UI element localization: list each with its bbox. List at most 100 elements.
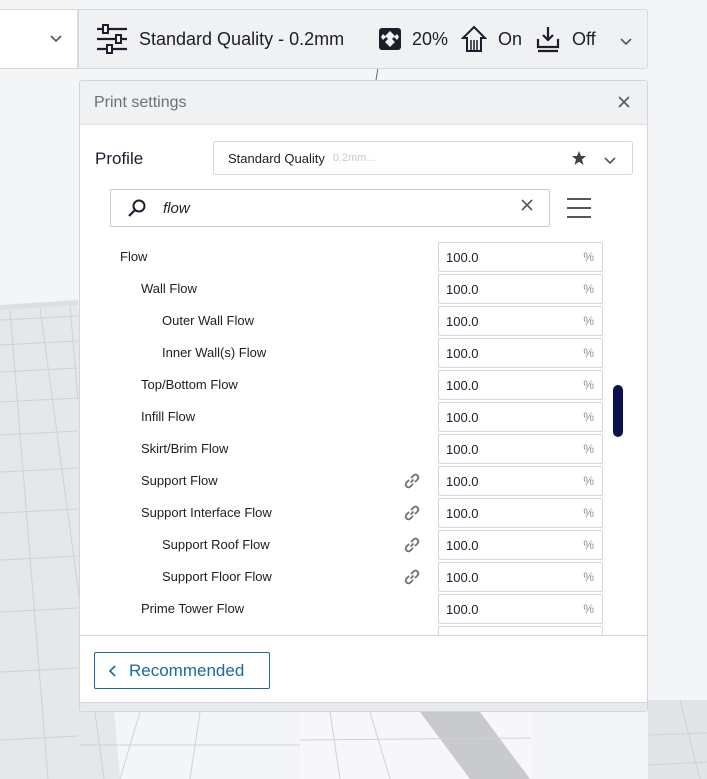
setting-row: Top/Bottom Flow 100.0%	[80, 369, 647, 401]
settings-list[interactable]: Flow 100.0% Wall Flow 100.0% Outer Wall Flow…	[80, 241, 647, 636]
scrollbar-thumb[interactable]	[613, 385, 623, 437]
infill-toolbar-item[interactable]: 20%	[377, 26, 448, 52]
setting-unit: %	[583, 282, 594, 296]
setting-row: Flow 100.0%	[80, 241, 647, 273]
chevron-down-icon[interactable]	[603, 153, 617, 171]
setting-row: Prime Tower Flow 100.0%	[80, 593, 647, 625]
setting-label: Infill Flow	[141, 409, 196, 424]
setting-unit: %	[583, 506, 594, 520]
search-value: flow	[163, 200, 190, 217]
setting-value-field[interactable]: 100.0%	[438, 402, 603, 432]
setting-unit: %	[583, 570, 594, 584]
setting-unit: %	[583, 378, 594, 392]
setting-unit: %	[583, 474, 594, 488]
setting-value: 100.0	[446, 378, 479, 393]
setting-row: Support Floor Flow 100.0%	[80, 561, 647, 593]
setting-unit: %	[583, 250, 594, 264]
profile-row: Profile Standard Quality 0.2mm...	[80, 141, 647, 175]
link-icon[interactable]	[402, 503, 422, 523]
setting-label: Top/Bottom Flow	[141, 377, 238, 392]
close-icon[interactable]	[615, 92, 633, 113]
setting-value-field[interactable]: 100.0%	[438, 338, 603, 368]
setting-unit: %	[583, 410, 594, 424]
sliders-icon	[95, 24, 129, 54]
search-row: flow	[110, 189, 630, 227]
setting-label: Support Roof Flow	[162, 537, 270, 552]
setting-value-field[interactable]: 100.0%	[438, 466, 603, 496]
recommended-label: Recommended	[129, 660, 245, 680]
setting-label: Inner Wall(s) Flow	[162, 345, 267, 360]
search-icon	[127, 198, 147, 223]
profile-select[interactable]: Standard Quality 0.2mm...	[213, 141, 633, 175]
panel-resize-handle[interactable]	[80, 702, 647, 711]
setting-value: 100.0	[446, 602, 479, 617]
profile-name: Standard Quality	[228, 150, 325, 166]
setting-row: Support Flow 100.0%	[80, 465, 647, 497]
print-settings-panel: Print settings Profile Standard Quality …	[79, 80, 648, 712]
setting-unit: %	[583, 538, 594, 552]
search-input[interactable]: flow	[110, 189, 550, 227]
profile-toolbar-label: Standard Quality - 0.2mm	[139, 28, 345, 49]
link-icon[interactable]	[402, 535, 422, 555]
setting-value: 100.0	[446, 314, 479, 329]
toolbar-left-dropdown[interactable]	[0, 9, 78, 69]
settings-menu-icon[interactable]	[566, 195, 592, 221]
setting-row: Infill Flow 100.0%	[80, 401, 647, 433]
setting-value-field[interactable]: 100.0%	[438, 594, 603, 624]
setting-row: Wall Flow 100.0%	[80, 273, 647, 305]
profile-suffix: 0.2mm...	[332, 152, 376, 164]
setting-value-field[interactable]: 100.0%	[438, 562, 603, 592]
setting-value: 100.0	[446, 570, 479, 585]
support-toolbar-item[interactable]: On	[461, 25, 522, 53]
setting-value: 100.0	[446, 346, 479, 361]
setting-value: 100.0	[446, 282, 479, 297]
setting-unit: %	[583, 346, 594, 360]
setting-unit: %	[583, 602, 594, 616]
chevron-down-icon[interactable]	[619, 34, 633, 52]
adhesion-value: Off	[572, 28, 596, 49]
link-icon[interactable]	[402, 567, 422, 587]
panel-header: Print settings	[80, 81, 647, 125]
setting-row: Support Interface Flow 100.0%	[80, 497, 647, 529]
setting-value-field[interactable]: 100.0%	[438, 370, 603, 400]
setting-value: 100.0	[446, 474, 479, 489]
setting-value: 100.0	[446, 250, 479, 265]
star-icon[interactable]	[571, 150, 587, 171]
setting-row: Inner Wall(s) Flow 100.0%	[80, 337, 647, 369]
setting-value-field[interactable]: 100.0%	[438, 530, 603, 560]
recommended-button[interactable]: Recommended	[94, 652, 270, 689]
setting-row: Outer Wall Flow 100.0%	[80, 305, 647, 337]
setting-label: Wall Flow	[141, 281, 197, 296]
setting-value: 100.0	[446, 538, 479, 553]
profile-toolbar-item[interactable]: Standard Quality - 0.2mm	[95, 24, 344, 54]
infill-icon	[377, 26, 403, 52]
setting-label: Prime Tower Flow	[141, 601, 245, 616]
profile-label: Profile	[95, 149, 144, 168]
print-settings-toolbar[interactable]: Standard Quality - 0.2mm 20% On Off	[78, 9, 648, 69]
setting-label: Outer Wall Flow	[162, 313, 254, 328]
setting-value: 100.0	[446, 506, 479, 521]
setting-value-field[interactable]: 100.0%	[438, 306, 603, 336]
setting-value-field[interactable]: 100.0%	[438, 434, 603, 464]
setting-unit: %	[583, 314, 594, 328]
setting-row: Support Roof Flow 100.0%	[80, 529, 647, 561]
chevron-left-icon	[109, 664, 116, 677]
setting-value-field[interactable]: 100.0%	[438, 242, 603, 272]
panel-title: Print settings	[94, 93, 187, 111]
panel-footer: Recommended	[80, 635, 647, 711]
adhesion-toolbar-item[interactable]: Off	[535, 25, 596, 53]
setting-value-field[interactable]: 100.0%	[438, 498, 603, 528]
setting-label: Support Interface Flow	[141, 505, 272, 520]
link-icon[interactable]	[402, 471, 422, 491]
support-icon	[461, 25, 487, 53]
setting-row: Skirt/Brim Flow 100.0%	[80, 433, 647, 465]
setting-label: Support Flow	[141, 473, 218, 488]
setting-label: Flow	[120, 249, 148, 264]
setting-unit: %	[583, 442, 594, 456]
setting-label: Support Floor Flow	[162, 569, 272, 584]
chevron-down-icon	[50, 35, 62, 43]
infill-value: 20%	[412, 28, 449, 49]
clear-search-icon[interactable]	[521, 198, 533, 216]
setting-value-field[interactable]: 100.0%	[438, 274, 603, 304]
setting-value: 100.0	[446, 442, 479, 457]
